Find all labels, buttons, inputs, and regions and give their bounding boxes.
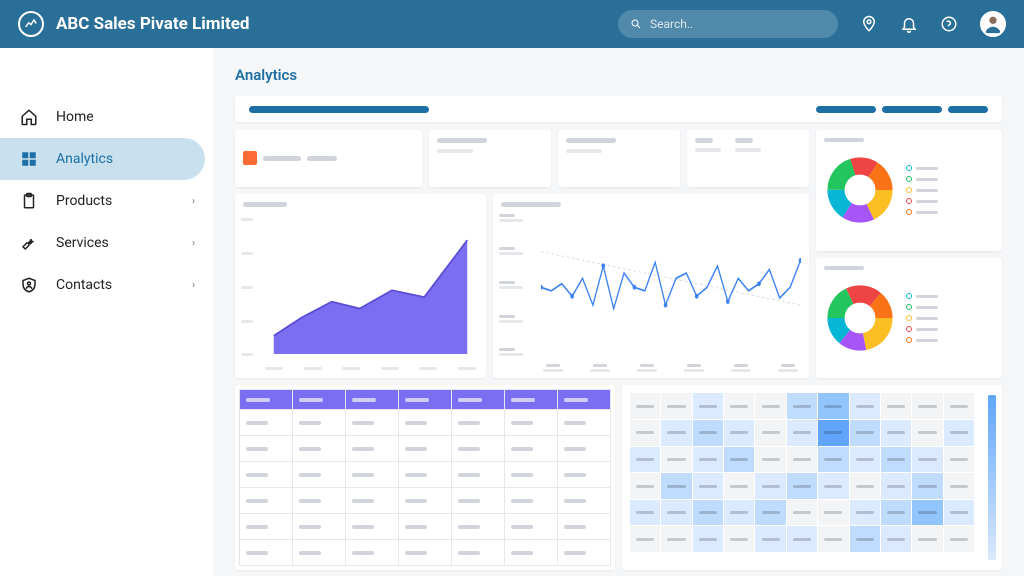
line-chart	[493, 194, 809, 379]
chart-legend	[906, 165, 938, 215]
data-table	[235, 385, 615, 570]
product-icon	[243, 151, 257, 165]
main-content: Analytics	[213, 48, 1024, 576]
donut-chart-1	[816, 130, 1003, 251]
logo-icon	[18, 11, 44, 37]
chevron-right-icon: ›	[192, 196, 195, 207]
home-icon	[20, 108, 38, 126]
nav-label: Home	[56, 109, 94, 125]
sidebar-item-contacts[interactable]: Contacts ›	[0, 264, 213, 306]
bell-icon[interactable]	[900, 15, 918, 33]
stat-card	[558, 130, 680, 187]
sidebar-item-products[interactable]: Products ›	[0, 180, 213, 222]
line-path	[541, 216, 801, 359]
page-title: Analytics	[235, 66, 1002, 84]
filter-pill[interactable]	[249, 106, 429, 113]
sidebar-item-services[interactable]: Services ›	[0, 222, 213, 264]
area-chart	[235, 194, 486, 379]
filter-pill[interactable]	[882, 106, 942, 113]
donut-icon	[824, 282, 896, 354]
stat-card	[687, 130, 809, 187]
company-title: ABC Sales Pivate Limited	[56, 14, 249, 34]
filter-bar	[235, 96, 1002, 122]
heatmap-chart	[622, 385, 1002, 570]
chart-legend	[906, 293, 938, 343]
app-header: ABC Sales Pivate Limited	[0, 0, 1024, 48]
stat-card	[429, 130, 551, 187]
nav-label: Analytics	[56, 151, 113, 167]
location-icon[interactable]	[860, 15, 878, 33]
search-input[interactable]	[618, 10, 838, 38]
avatar[interactable]	[980, 11, 1006, 37]
nav-label: Contacts	[56, 277, 112, 293]
filter-pill[interactable]	[948, 106, 988, 113]
help-icon[interactable]	[940, 15, 958, 33]
user-shield-icon	[20, 276, 38, 294]
area-path	[263, 222, 478, 359]
sidebar-item-home[interactable]: Home	[0, 96, 213, 138]
chevron-right-icon: ›	[192, 280, 195, 291]
stat-card	[235, 130, 422, 187]
chevron-right-icon: ›	[192, 238, 195, 249]
filter-pill[interactable]	[816, 106, 876, 113]
donut-chart-2	[816, 258, 1003, 379]
donut-icon	[824, 154, 896, 226]
heatmap-scale	[988, 395, 996, 560]
sidebar-item-analytics[interactable]: Analytics	[0, 138, 205, 180]
search-icon	[630, 18, 642, 30]
nav-label: Products	[56, 193, 112, 209]
clipboard-icon	[20, 192, 38, 210]
wrench-icon	[20, 234, 38, 252]
nav-label: Services	[56, 235, 109, 251]
sidebar: Home Analytics Products › Services › Con…	[0, 48, 213, 576]
grid-icon	[20, 150, 38, 168]
